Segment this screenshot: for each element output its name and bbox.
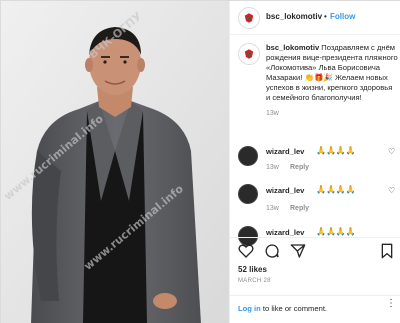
comment-avatar[interactable] xyxy=(238,146,258,166)
post-date: MARCH 28 xyxy=(238,278,271,284)
comment-like-heart-icon[interactable]: ♡ xyxy=(388,186,395,195)
heart-icon[interactable] xyxy=(238,243,254,259)
post-photo[interactable]: ВЧК-ОГПУ www.rucriminal.info www.rucrimi… xyxy=(1,1,229,323)
post-footer: Log in to like or comment. ⋮ xyxy=(230,295,400,323)
comment-timestamp: 13w xyxy=(266,164,279,171)
comment-text: 🙏🙏🙏🙏 xyxy=(316,227,356,236)
share-icon[interactable] xyxy=(290,243,306,259)
post-caption: bsc_lokomotiv Поздравляем с днём рождени… xyxy=(266,43,398,119)
likes-count[interactable]: 52 likes xyxy=(238,265,267,274)
comment-username[interactable]: wizard_lev xyxy=(266,228,304,237)
comment-reply-button[interactable]: Reply xyxy=(290,205,309,212)
portrait-illustration xyxy=(1,1,229,323)
login-prompt: Log in to like or comment. xyxy=(238,304,327,313)
comment-reply-button[interactable]: Reply xyxy=(290,164,309,171)
account-avatar[interactable] xyxy=(238,7,260,29)
comment-text: 🙏🙏🙏🙏 xyxy=(316,146,356,155)
caption-username[interactable]: bsc_lokomotiv xyxy=(266,43,319,52)
lokomotiv-logo-icon xyxy=(244,49,254,59)
post-header: bsc_lokomotiv • Follow xyxy=(230,1,400,35)
post-action-bar xyxy=(230,237,400,263)
comment-username[interactable]: wizard_lev xyxy=(266,147,304,156)
more-icon[interactable]: ⋮ xyxy=(386,298,396,309)
comment-timestamp: 13w xyxy=(266,205,279,212)
instagram-post-frame: ВЧК-ОГПУ www.rucriminal.info www.rucrimi… xyxy=(0,0,400,323)
follow-button[interactable]: Follow xyxy=(330,12,355,21)
login-link[interactable]: Log in xyxy=(238,304,261,313)
comment-avatar[interactable] xyxy=(238,184,258,204)
lokomotiv-logo-icon xyxy=(244,13,254,23)
comment-text: 🙏🙏🙏🙏 xyxy=(316,185,356,194)
separator-dot: • xyxy=(324,12,327,21)
account-username[interactable]: bsc_lokomotiv xyxy=(266,12,322,21)
post-sidebar: bsc_lokomotiv • Follow bsc_lokomotiv Поз… xyxy=(229,1,400,323)
comment-like-heart-icon[interactable]: ♡ xyxy=(388,147,395,156)
caption-timestamp: 13w xyxy=(266,110,279,117)
comment-icon[interactable] xyxy=(264,243,280,259)
caption-avatar[interactable] xyxy=(238,43,260,65)
comment-username[interactable]: wizard_lev xyxy=(266,186,304,195)
bookmark-icon[interactable] xyxy=(380,243,394,259)
login-prompt-text: to like or comment. xyxy=(260,304,328,313)
